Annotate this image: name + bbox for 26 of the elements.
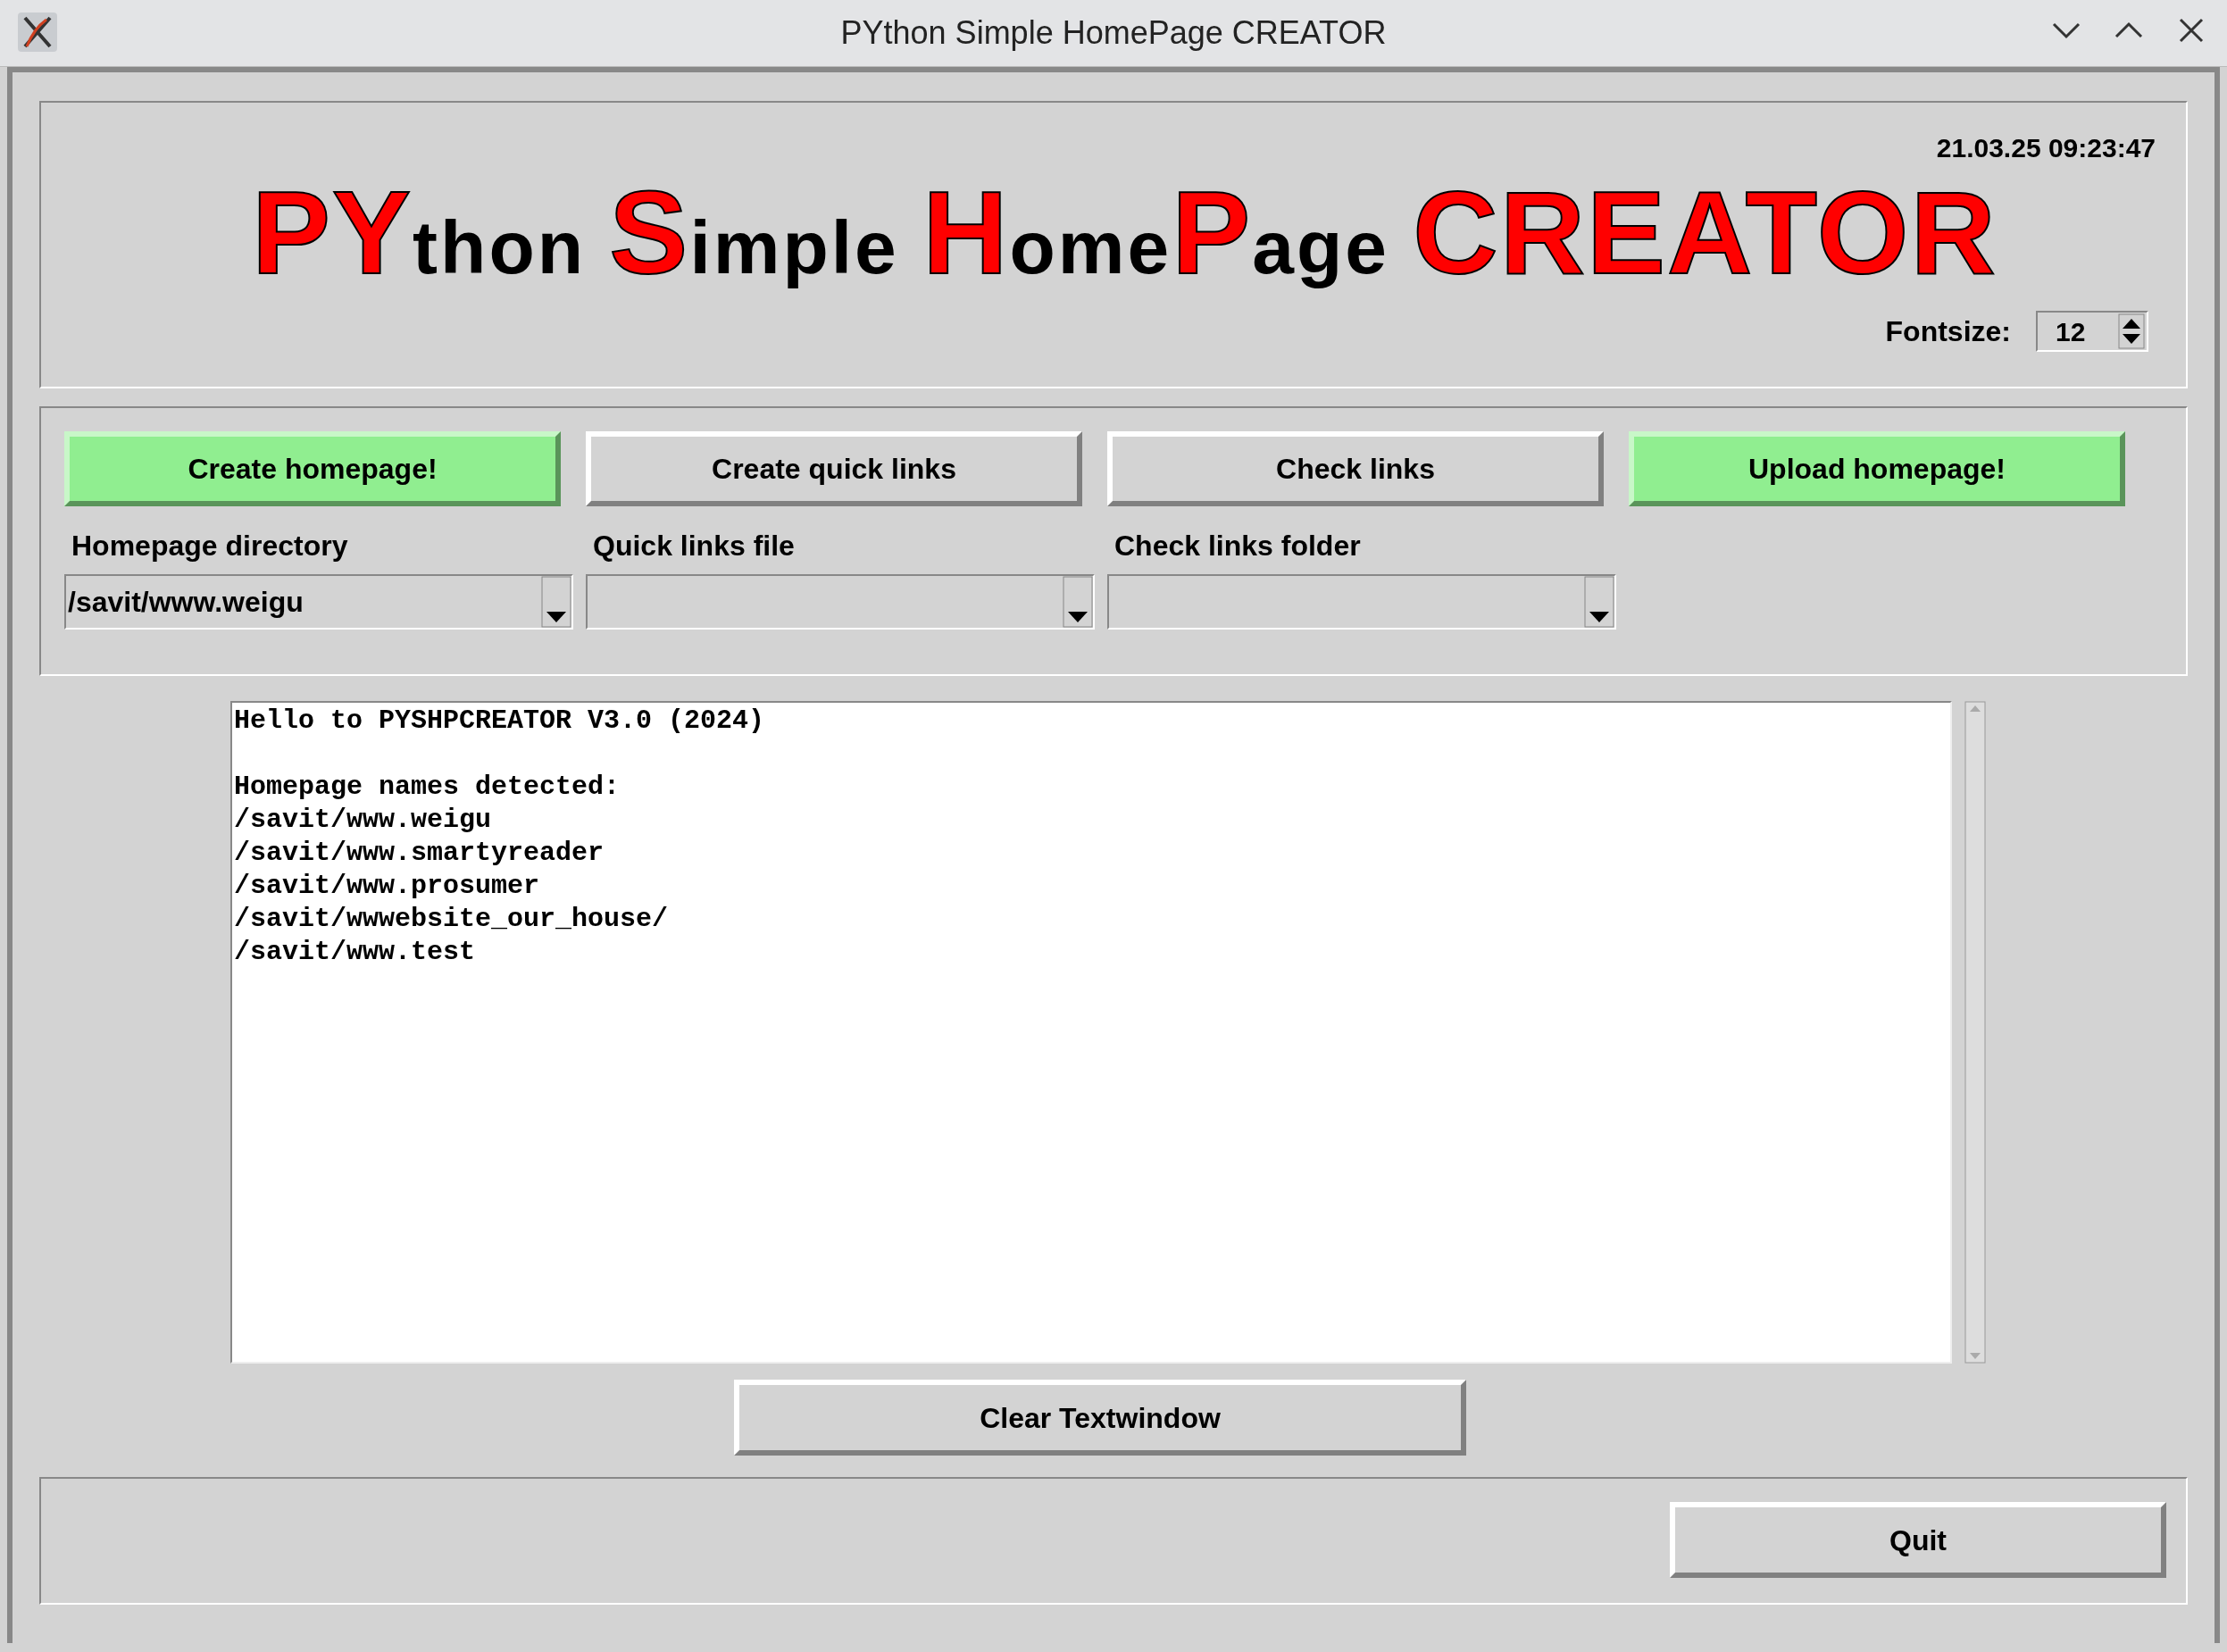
action-button[interactable]: Create homepage!: [64, 431, 561, 506]
text-line: Hello to PYSHPCREATOR V3.0 (2024): [234, 705, 766, 738]
text-window[interactable]: Hello to PYSHPCREATOR V3.0 (2024) Homepage names detected: /savit/www.weigu /savit/www.smartyreader /savit/www.prosumer /savit/wwwebsite_our_house/ /savit/www.test: [230, 701, 1952, 1364]
logo-title: PYthon Simple HomePage CREATOR: [252, 174, 1998, 292]
clear-textwindow-button[interactable]: Clear Textwindow: [734, 1380, 1466, 1456]
text-line: Homepage names detected:: [234, 771, 621, 804]
directory-combobox[interactable]: /savit/www.weigu: [64, 574, 573, 630]
text-line: /savit/www.smartyreader: [234, 837, 605, 870]
field-label: Check links folder: [1114, 529, 1362, 563]
text-line: /savit/www.test: [234, 936, 477, 969]
quit-button[interactable]: Quit: [1670, 1502, 2166, 1578]
app-icon: [16, 11, 59, 54]
text-line: /savit/www.prosumer: [234, 870, 541, 903]
text-line: /savit/wwwebsite_our_house/: [234, 903, 670, 936]
action-button[interactable]: Create quick links: [586, 431, 1082, 506]
text-line: /savit/www.weigu: [234, 804, 493, 837]
date-time: 21.03.25 09:23:47: [1936, 132, 2156, 164]
action-button[interactable]: Upload homepage!: [1629, 431, 2125, 506]
window-title: PYthon Simple HomePage CREATOR: [840, 13, 1387, 53]
action-button[interactable]: Check links: [1107, 431, 1604, 506]
field-label: Quick links file: [593, 529, 796, 563]
spin-arrows-icon[interactable]: [2118, 313, 2145, 349]
fontsize-label: Fontsize:: [1885, 314, 2011, 349]
fontsize-spinbox[interactable]: 12: [2036, 311, 2148, 352]
scrollbar[interactable]: [1964, 701, 1986, 1364]
field-label: Homepage directory: [71, 529, 349, 563]
